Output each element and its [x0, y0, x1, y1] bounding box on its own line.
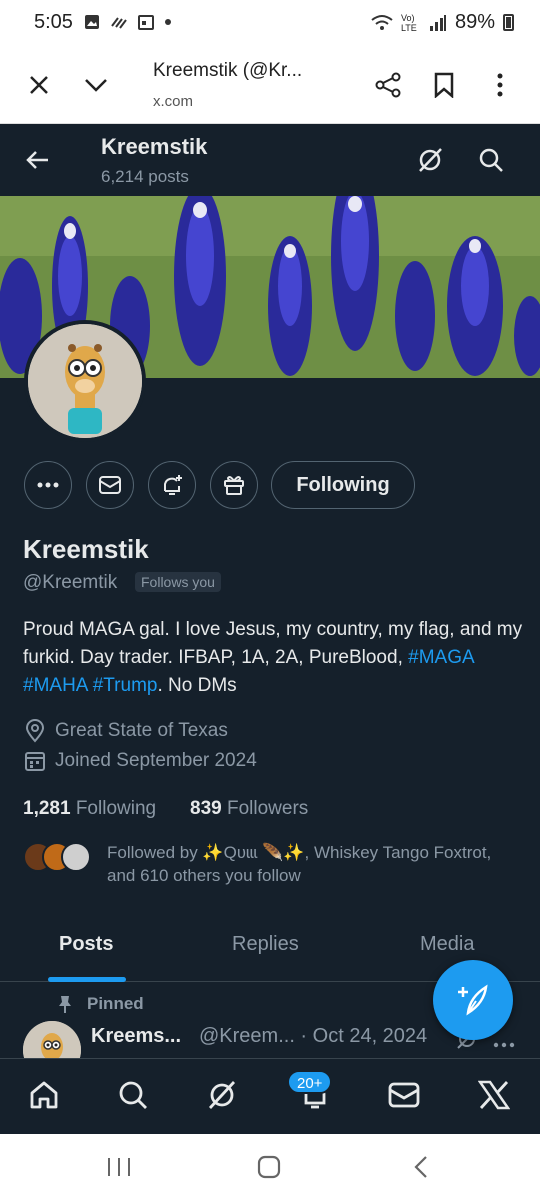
- profile-joined: Joined September 2024: [24, 750, 257, 772]
- envelope-icon: [99, 476, 121, 494]
- bio-suffix: . No DMs: [157, 675, 237, 696]
- location-pin-icon: [25, 719, 45, 743]
- header-posts-count: 6,214 posts: [101, 167, 189, 186]
- chevron-down-icon[interactable]: [80, 69, 112, 101]
- status-notification-icons: [84, 14, 172, 30]
- more-vertical-icon[interactable]: [484, 69, 516, 101]
- battery-icon: [503, 14, 514, 31]
- more-horizontal-icon: [37, 482, 59, 488]
- profile-bio: Proud MAGA gal. I love Jesus, my country…: [23, 616, 523, 700]
- bookmark-icon[interactable]: [428, 69, 460, 101]
- sync-icon: [111, 17, 127, 29]
- grok-icon[interactable]: [204, 1077, 240, 1113]
- post-author-name[interactable]: Kreems...: [91, 1025, 181, 1048]
- gift-button[interactable]: [210, 461, 258, 509]
- dot-icon: [165, 19, 171, 25]
- following-count-link[interactable]: 1,281 Following: [23, 798, 156, 820]
- home-icon[interactable]: [26, 1077, 62, 1113]
- location-text: Great State of Texas: [55, 720, 228, 741]
- browser-domain: x.com: [153, 93, 194, 110]
- following-count: 1,281: [23, 798, 71, 819]
- wifi-icon: [371, 14, 393, 30]
- active-tab-indicator: [48, 977, 126, 982]
- browser-toolbar: Kreemstik (@Kr... x.com: [0, 46, 540, 124]
- status-right: Vo) LTE 89%: [371, 11, 514, 34]
- message-button[interactable]: [86, 461, 134, 509]
- hashtag-link[interactable]: #MAGA: [408, 647, 473, 668]
- profile-display-name: Kreemstik: [23, 534, 149, 564]
- messages-icon[interactable]: [386, 1077, 422, 1113]
- compose-post-button[interactable]: [433, 960, 513, 1040]
- more-options-button[interactable]: [24, 461, 72, 509]
- calendar-icon: [25, 752, 45, 771]
- feather-plus-icon: [458, 984, 488, 1016]
- tab-media[interactable]: Media: [420, 933, 474, 956]
- post-more-icon[interactable]: [493, 1035, 515, 1053]
- giraffe-avatar-image: [28, 324, 142, 438]
- bottom-navigation: 20+: [0, 1058, 540, 1134]
- tab-replies[interactable]: Replies: [232, 933, 299, 956]
- battery-percent: 89%: [454, 11, 495, 33]
- system-navigation-bar: [0, 1134, 540, 1200]
- grok-icon[interactable]: [414, 144, 446, 176]
- hashtag-link[interactable]: #MAHA: [23, 675, 87, 696]
- gift-icon: [224, 476, 244, 495]
- close-icon[interactable]: [23, 69, 55, 101]
- home-button-icon[interactable]: [256, 1155, 282, 1184]
- x-premium-icon[interactable]: [476, 1077, 512, 1113]
- image-icon: [85, 15, 99, 29]
- hashtag-link[interactable]: #Trump: [93, 675, 158, 696]
- pinned-label: Pinned: [87, 994, 144, 1013]
- followed-by-text[interactable]: Followed by ✨Qʋɩɩɩ 🪶✨, Whiskey Tango Fox…: [107, 841, 517, 887]
- notification-badge: 20+: [287, 1070, 333, 1094]
- post-handle-date: @Kreem... · Oct 24, 2024: [199, 1025, 428, 1047]
- profile-top-nav: Kreemstik 6,214 posts: [0, 124, 540, 196]
- pin-icon: [59, 996, 71, 1013]
- followers-count-link[interactable]: 839 Followers: [190, 798, 308, 820]
- follower-avatar: [61, 842, 91, 872]
- recent-apps-icon[interactable]: [106, 1156, 132, 1183]
- following-label: Following: [75, 798, 157, 819]
- bell-plus-icon: [164, 475, 182, 495]
- network-label: Vo) LTE: [400, 12, 417, 33]
- tab-posts[interactable]: Posts: [59, 933, 113, 956]
- search-icon[interactable]: [115, 1077, 151, 1113]
- signal-icon: [429, 14, 446, 31]
- following-button[interactable]: Following: [271, 461, 415, 509]
- profile-handle: @Kreemtik: [23, 572, 118, 593]
- profile-location: Great State of Texas: [24, 719, 228, 743]
- notify-button[interactable]: [148, 461, 196, 509]
- follows-you-badge: Follows you: [135, 572, 221, 592]
- pinned-indicator: Pinned: [57, 994, 144, 1014]
- search-icon[interactable]: [475, 144, 507, 176]
- back-button-icon[interactable]: [411, 1155, 431, 1184]
- status-bar: 5:05 Vo) LTE 89%: [0, 0, 540, 46]
- joined-text: Joined September 2024: [55, 750, 257, 771]
- profile-avatar[interactable]: [24, 320, 146, 442]
- header-name: Kreemstik: [101, 134, 208, 159]
- followers-count: 839: [190, 798, 222, 819]
- browser-page-title: Kreemstik (@Kr...: [153, 60, 303, 81]
- calendar-icon: [138, 15, 154, 30]
- share-icon[interactable]: [372, 69, 404, 101]
- status-time: 5:05: [34, 11, 73, 33]
- followers-label: Followers: [226, 798, 309, 819]
- back-arrow-icon[interactable]: [21, 144, 53, 176]
